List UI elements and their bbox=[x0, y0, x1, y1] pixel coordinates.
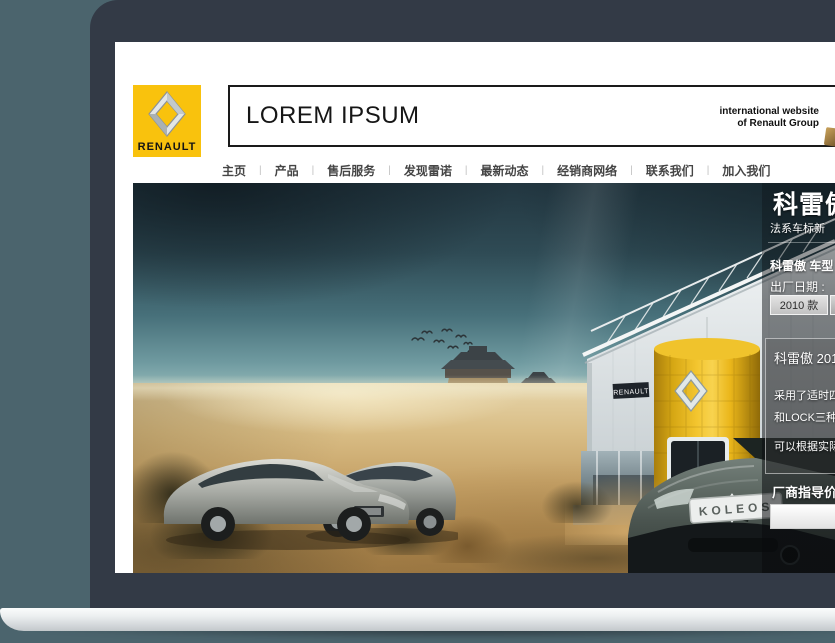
renault-logo[interactable]: RENAULT bbox=[133, 85, 201, 157]
model-subtitle: 法系车标新 bbox=[770, 220, 825, 236]
model-section-title: 科雷傲 车型 bbox=[770, 257, 833, 274]
laguna-cars-illustration bbox=[158, 426, 458, 554]
nav-separator: | bbox=[259, 165, 262, 176]
renault-diamond-icon bbox=[148, 91, 186, 137]
website-screen: RENAULT LOREM IPSUM international websit… bbox=[115, 42, 835, 573]
date-label: 出厂日期 : bbox=[770, 278, 825, 295]
hero-sidebar: 科雷傲 法系车标新 科雷傲 车型 出厂日期 : 2010 款 ▼ 科雷傲 201… bbox=[762, 183, 835, 573]
hero-banner: RENAULT RENAULT bbox=[133, 183, 835, 573]
nav-item-products[interactable]: 产品 bbox=[275, 162, 299, 179]
panel-title: 科雷傲 2010 bbox=[774, 348, 835, 367]
price-label: 厂商指导价 bbox=[772, 482, 835, 501]
nav-item-contact-us[interactable]: 联系我们 bbox=[646, 162, 694, 179]
nav-separator: | bbox=[630, 165, 633, 176]
model-title: 科雷傲 bbox=[773, 185, 835, 221]
year-select[interactable]: 2010 款 bbox=[770, 295, 828, 315]
nav-separator: | bbox=[312, 165, 315, 176]
site-title: LOREM IPSUM bbox=[246, 87, 420, 145]
nav-item-discover-renault[interactable]: 发现雷诺 bbox=[404, 162, 452, 179]
brand-label: RENAULT bbox=[138, 141, 197, 153]
year-select-arrow[interactable]: ▼ bbox=[830, 295, 835, 315]
details-button[interactable]: 进入 bbox=[770, 504, 835, 529]
nav-item-dealer-network[interactable]: 经销商网络 bbox=[557, 162, 617, 179]
laptop-mockup: RENAULT LOREM IPSUM international websit… bbox=[0, 0, 835, 643]
intl-line1: international website bbox=[689, 106, 819, 118]
model-info-panel: 科雷傲 2010 采用了适时四 和LOCK三种 可以根据实际 bbox=[765, 338, 835, 474]
nav-item-home[interactable]: 主页 bbox=[222, 162, 246, 179]
main-nav: 主页 | 产品 | 售后服务 | 发现雷诺 | 最新动态 | 经销商网络 | 联… bbox=[222, 157, 835, 184]
international-website-link[interactable]: international website of Renault Group bbox=[689, 106, 819, 130]
panel-line: 可以根据实际 bbox=[774, 438, 835, 454]
nav-separator: | bbox=[388, 165, 391, 176]
nav-separator: | bbox=[542, 165, 545, 176]
desert-bush bbox=[541, 481, 613, 523]
nav-item-news[interactable]: 最新动态 bbox=[481, 162, 529, 179]
sidebar-divider bbox=[768, 242, 835, 243]
panel-line: 和LOCK三种 bbox=[774, 409, 835, 425]
panel-line: 采用了适时四 bbox=[774, 387, 835, 403]
nav-separator: | bbox=[707, 165, 710, 176]
laptop-base bbox=[0, 608, 835, 631]
nav-item-join-us[interactable]: 加入我们 bbox=[722, 162, 770, 179]
partial-flag-icon bbox=[824, 127, 835, 147]
intl-line2: of Renault Group bbox=[689, 118, 819, 130]
year-select-value: 2010 款 bbox=[780, 297, 819, 313]
nav-separator: | bbox=[465, 165, 468, 176]
nav-item-after-sales[interactable]: 售后服务 bbox=[327, 162, 375, 179]
